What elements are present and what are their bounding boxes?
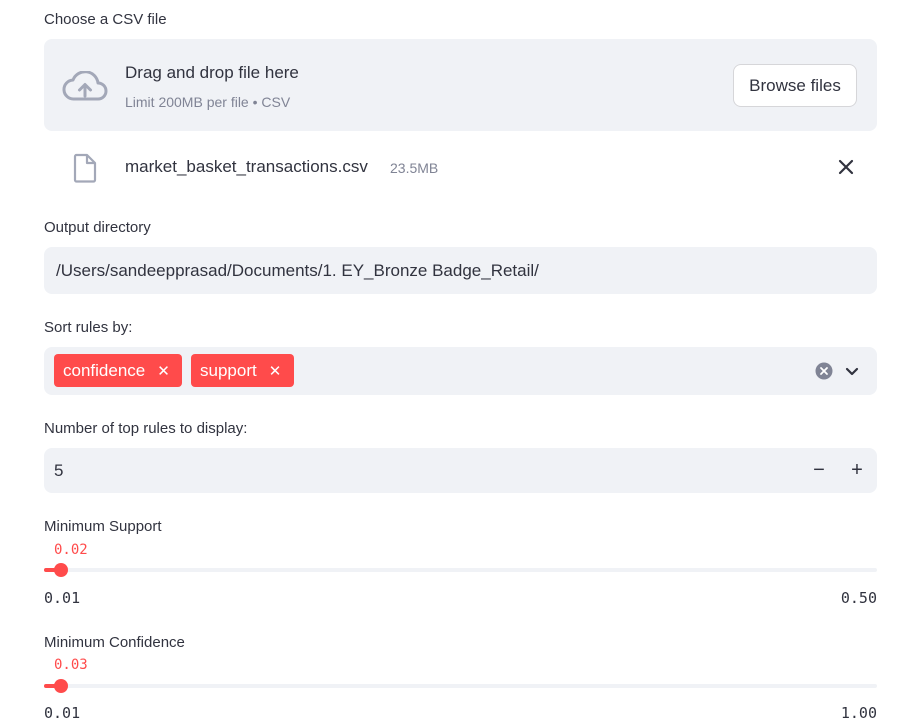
top-rules-number-input[interactable]: 5	[44, 448, 877, 493]
clear-all-icon[interactable]	[815, 362, 833, 385]
increment-button[interactable]: +	[843, 456, 871, 484]
file-icon	[72, 153, 98, 188]
min-confidence-value: 0.03	[54, 657, 88, 673]
chevron-down-icon[interactable]	[845, 364, 859, 382]
min-confidence-max-label: 1.00	[840, 704, 877, 722]
decrement-button[interactable]: −	[805, 456, 833, 484]
tag-remove-close-icon[interactable]: ✕	[157, 362, 170, 380]
min-support-label: Minimum Support	[44, 518, 162, 535]
min-support-slider-thumb[interactable]	[53, 563, 68, 577]
file-uploader-label: Choose a CSV file	[44, 11, 167, 28]
tag-confidence[interactable]: confidence ✕	[54, 354, 182, 387]
browse-files-button[interactable]: Browse files	[733, 64, 857, 107]
output-directory-input[interactable]: /Users/sandeepprasad/Documents/1. EY_Bro…	[44, 247, 877, 294]
min-confidence-label: Minimum Confidence	[44, 634, 185, 651]
dropzone-subtitle: Limit 200MB per file • CSV	[125, 94, 291, 110]
tag-confidence-label: confidence	[63, 360, 146, 380]
cloud-upload-icon	[62, 70, 108, 108]
min-confidence-slider[interactable]	[44, 679, 877, 693]
min-confidence-min-label: 0.01	[44, 704, 81, 722]
min-confidence-slider-thumb[interactable]	[53, 679, 68, 693]
tag-support[interactable]: support ✕	[191, 354, 294, 387]
min-support-max-label: 0.50	[840, 589, 877, 607]
min-support-slider[interactable]	[44, 563, 877, 577]
min-support-value: 0.02	[54, 542, 88, 558]
sort-rules-label: Sort rules by:	[44, 319, 133, 336]
tag-remove-close-icon[interactable]: ✕	[269, 362, 282, 380]
output-directory-label: Output directory	[44, 219, 151, 236]
uploaded-file-size: 23.5MB	[390, 160, 439, 176]
dropzone-title: Drag and drop file here	[125, 63, 299, 82]
tag-support-label: support	[200, 360, 257, 380]
top-rules-label: Number of top rules to display:	[44, 420, 248, 437]
min-support-min-label: 0.01	[44, 589, 81, 607]
uploaded-file-name: market_basket_transactions.csv	[125, 157, 368, 176]
remove-file-close-icon[interactable]	[835, 156, 857, 178]
